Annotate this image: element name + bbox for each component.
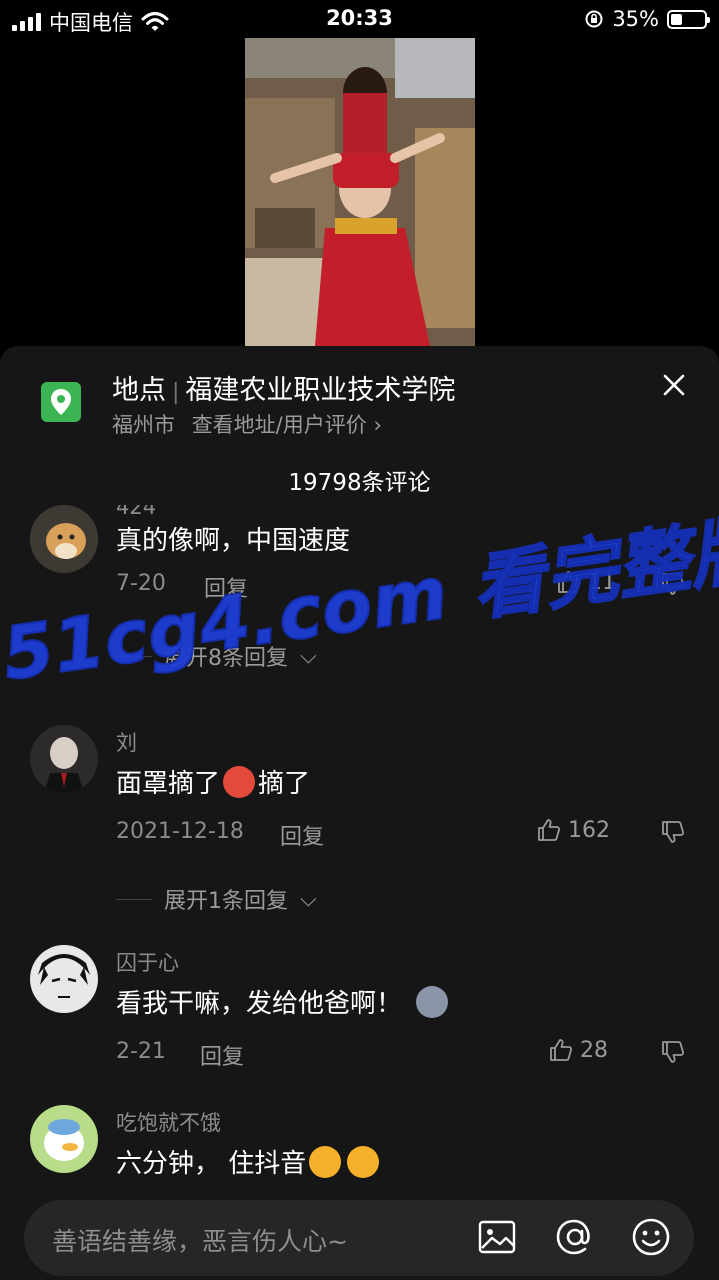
location-city: 福州市: [112, 413, 175, 437]
like-count: 28: [580, 1037, 608, 1063]
video-frame-image: [245, 38, 475, 346]
thumbs-up-icon: [550, 1039, 573, 1061]
avatar[interactable]: [30, 505, 98, 573]
comment-count: 19798条评论: [288, 470, 431, 496]
emoji-icon[interactable]: [628, 1214, 674, 1260]
location-name: 福建农业职业技术学院: [185, 375, 456, 406]
close-icon: [663, 374, 685, 396]
watermark-text: 51cg4.com 看完整版: [0, 505, 719, 697]
comment-text-part: 六分钟， 住抖音: [116, 1149, 307, 1179]
comment-author[interactable]: 刘: [116, 727, 137, 757]
status-bar-right: 35%: [584, 7, 710, 31]
comment-author[interactable]: 吃饱就不饿: [116, 1107, 221, 1137]
comment-text-part: 面罩摘了: [116, 769, 221, 799]
location-title[interactable]: 地点 | 福建农业职业技术学院: [112, 368, 455, 407]
comment-date: 2021-12-18: [116, 819, 244, 844]
chevron-right-icon: ›: [373, 413, 382, 437]
like-button[interactable]: 28: [548, 1037, 608, 1063]
battery-percent: 35%: [612, 7, 659, 31]
location-label: 地点: [112, 375, 166, 406]
heart-eyes-emoji-icon: [347, 1145, 380, 1178]
close-button[interactable]: [658, 369, 690, 401]
mention-icon[interactable]: [552, 1214, 598, 1260]
like-count: 162: [568, 817, 610, 843]
avatar[interactable]: [30, 945, 98, 1013]
thumbs-down-icon[interactable]: [660, 1039, 686, 1065]
location-link[interactable]: 查看地址/用户评价: [192, 413, 367, 437]
comment-author[interactable]: 囚于心: [116, 947, 179, 977]
status-bar: 中国电信 20:33 35%: [0, 0, 719, 40]
comment-text: 面罩摘了 摘了: [116, 763, 310, 800]
angry-face-emoji-icon: [223, 765, 256, 798]
location-pin-icon[interactable]: [41, 382, 81, 422]
comment-date: 2-21: [116, 1039, 166, 1064]
chevron-down-icon: ⌵: [300, 886, 317, 912]
comment-text-part: 看我干嘛，发给他爸啊！: [116, 989, 403, 1019]
comment-text-part: 摘了: [258, 769, 311, 799]
husky-emoji-icon: [416, 985, 449, 1018]
like-button[interactable]: 162: [536, 817, 610, 843]
comment-input-bar[interactable]: 善语结善缘，恶言伤人心~: [24, 1200, 694, 1276]
thumbs-down-icon[interactable]: [660, 819, 686, 845]
avatar[interactable]: [30, 725, 98, 793]
comment-author[interactable]: 424: [116, 505, 156, 519]
comment-list[interactable]: 424 真的像啊，中国速度 7-20 回复 11 展开8条回复 ⌵ 刘 面罩摘了: [0, 505, 719, 1185]
image-icon[interactable]: [474, 1214, 520, 1260]
thumbs-up-icon: [538, 819, 561, 841]
video-thumbnail[interactable]: [245, 38, 475, 346]
battery-fill: [671, 13, 682, 25]
battery-icon: [667, 9, 710, 29]
expand-replies-label: 展开1条回复: [164, 889, 288, 914]
comment-input[interactable]: 善语结善缘，恶言伤人心~: [52, 1222, 348, 1258]
divider: [116, 898, 152, 900]
location-subtitle[interactable]: 福州市 查看地址/用户评价 ›: [112, 409, 382, 439]
comment-text: 看我干嘛，发给他爸啊！: [116, 983, 451, 1020]
expand-replies[interactable]: 展开1条回复 ⌵: [116, 883, 317, 915]
reply-button[interactable]: 回复: [280, 819, 324, 851]
reply-button[interactable]: 回复: [200, 1039, 244, 1071]
avatar[interactable]: [30, 1105, 98, 1173]
rotation-lock-icon: [585, 10, 603, 28]
location-separator: |: [172, 380, 180, 405]
comment-text: 六分钟， 住抖音: [116, 1143, 382, 1180]
heart-eyes-emoji-icon: [309, 1145, 342, 1178]
